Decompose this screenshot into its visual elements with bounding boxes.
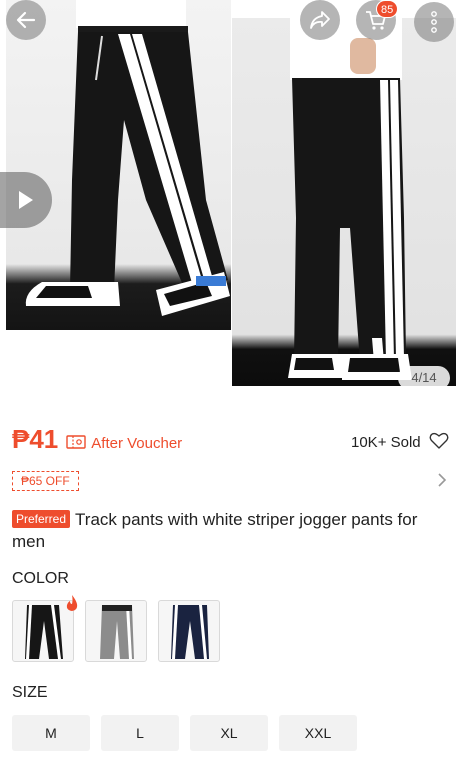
color-section-label: COLOR [12, 570, 69, 587]
color-swatch-2[interactable] [85, 600, 147, 662]
voucher-discount-tag[interactable]: ₱65 OFF [12, 471, 79, 491]
more-options-button[interactable] [414, 2, 454, 42]
chevron-right-icon[interactable] [437, 472, 447, 488]
pants-left-illustration [25, 0, 230, 316]
back-arrow-icon [16, 11, 36, 29]
more-icon [431, 11, 437, 33]
play-icon [19, 191, 33, 209]
heart-icon[interactable] [429, 432, 449, 450]
price-row: ₱41 After Voucher [12, 424, 182, 455]
preferred-badge: Preferred [12, 510, 71, 528]
product-title: Preferred Track pants with white striper … [12, 509, 442, 553]
sold-count: 10K+ Sold [351, 434, 421, 451]
product-title-text: Track pants with white striper jogger pa… [12, 510, 418, 551]
size-option-l[interactable]: L [101, 715, 179, 751]
back-button[interactable] [6, 0, 46, 40]
image-counter: 4/14 [398, 366, 450, 390]
voucher-icon [66, 435, 86, 449]
swatch-3-image [171, 605, 209, 659]
share-icon [310, 11, 330, 29]
cart-count-badge: 85 [376, 0, 399, 18]
swatch-2-image [100, 605, 134, 659]
product-price: ₱41 [12, 424, 59, 454]
fire-icon [66, 595, 78, 611]
size-option-xl[interactable]: XL [190, 715, 268, 751]
size-option-xxl[interactable]: XXL [279, 715, 357, 751]
after-voucher-label: After Voucher [91, 435, 183, 452]
product-photo-right [232, 18, 456, 386]
share-button[interactable] [300, 0, 340, 40]
product-image-gallery[interactable]: 85 4/14 [0, 0, 461, 394]
off-tag-text: ₱65 OFF [21, 474, 70, 488]
color-swatch-3[interactable] [158, 600, 220, 662]
size-option-m[interactable]: M [12, 715, 90, 751]
product-photo-left [6, 0, 231, 330]
size-section-label: SIZE [12, 684, 48, 701]
pants-right-illustration [288, 18, 412, 380]
